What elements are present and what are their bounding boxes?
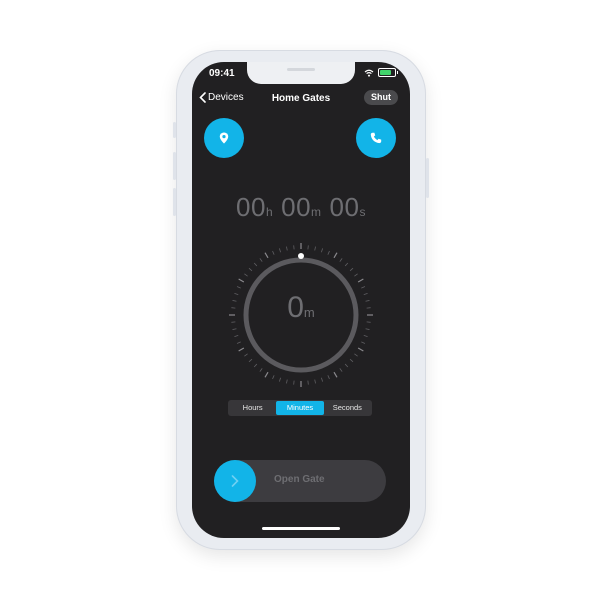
dial-tick (354, 273, 358, 277)
shut-button[interactable]: Shut (364, 90, 398, 105)
dial-tick (357, 278, 364, 283)
slider-knob[interactable] (214, 460, 256, 502)
dial-tick (278, 248, 281, 253)
dial-tick (327, 250, 330, 255)
dial-tick (344, 262, 349, 267)
dial-value: 0m (192, 291, 410, 325)
timer-hours-unit: h (265, 205, 274, 219)
side-button-silent (173, 122, 176, 138)
dial-tick (361, 341, 366, 344)
speaker-grille (287, 68, 315, 71)
location-button[interactable] (204, 118, 244, 158)
side-button-volume-up (173, 152, 176, 180)
dial-value-number: 0 (287, 291, 304, 324)
battery-icon (378, 68, 398, 77)
open-gate-slider[interactable]: Open Gate (214, 460, 386, 502)
dial-tick (339, 258, 343, 262)
dial-tick (234, 335, 239, 338)
phone-button[interactable] (356, 118, 396, 158)
dial-tick (244, 353, 248, 357)
segment-minutes[interactable]: Minutes (276, 401, 324, 415)
dial-tick (344, 363, 349, 368)
wifi-icon (364, 69, 374, 77)
status-indicators (364, 68, 398, 77)
dial-tick (272, 375, 275, 380)
dial-tick (314, 246, 316, 251)
dial-tick (349, 358, 354, 363)
notch (247, 62, 355, 84)
dial-tick (272, 250, 275, 255)
dial-tick (236, 341, 241, 344)
dial-handle[interactable] (298, 253, 304, 259)
segment-seconds[interactable]: Seconds (324, 401, 371, 415)
timer-seconds-unit: s (359, 205, 366, 219)
dial-tick (248, 358, 253, 363)
dial-tick (365, 328, 370, 330)
location-pin-icon (219, 132, 229, 144)
dial-value-unit: m (303, 305, 315, 320)
phone-screen: 09:41 Devices Home Gates Shut 00h 00m 00s (192, 62, 410, 538)
dial-tick (259, 258, 263, 262)
dial-tick (361, 286, 366, 289)
dial-tick (244, 273, 248, 277)
dial-tick (232, 328, 237, 330)
dial-tick (321, 248, 324, 253)
dial-tick (314, 379, 316, 384)
timer-minutes-unit: m (311, 205, 322, 219)
dial-tick (357, 347, 364, 352)
dial-tick (321, 377, 324, 382)
dial-tick (333, 371, 338, 378)
dial-tick (349, 267, 354, 272)
dial-tick (278, 377, 281, 382)
dial-tick (264, 371, 269, 378)
dial-tick (354, 353, 358, 357)
dial-tick (286, 246, 288, 251)
timer-minutes: 00 (281, 192, 312, 222)
dial-tick (286, 379, 288, 384)
segment-hours[interactable]: Hours (229, 401, 276, 415)
dial-tick (238, 347, 245, 352)
chevron-right-icon (231, 475, 239, 487)
dial-tick (259, 368, 263, 372)
home-indicator (262, 527, 340, 530)
side-button-volume-down (173, 188, 176, 216)
dial-tick (253, 363, 258, 368)
dial-tick (253, 262, 258, 267)
dial-tick (238, 278, 245, 283)
dial-tick (264, 252, 269, 259)
timer-seconds: 00 (329, 192, 360, 222)
dial-tick (333, 252, 338, 259)
unit-segmented-control: Hours Minutes Seconds (228, 400, 372, 416)
status-time: 09:41 (209, 68, 235, 79)
dial-tick (327, 375, 330, 380)
dial-tick (363, 335, 368, 338)
timer-readout: 00h 00m 00s (192, 192, 410, 223)
dial-tick (339, 368, 343, 372)
slider-label: Open Gate (274, 474, 325, 485)
timer-hours: 00 (236, 192, 266, 222)
dial-tick (248, 267, 253, 272)
dial-tick (236, 286, 241, 289)
side-button-power (426, 158, 429, 198)
phone-icon (370, 132, 382, 144)
